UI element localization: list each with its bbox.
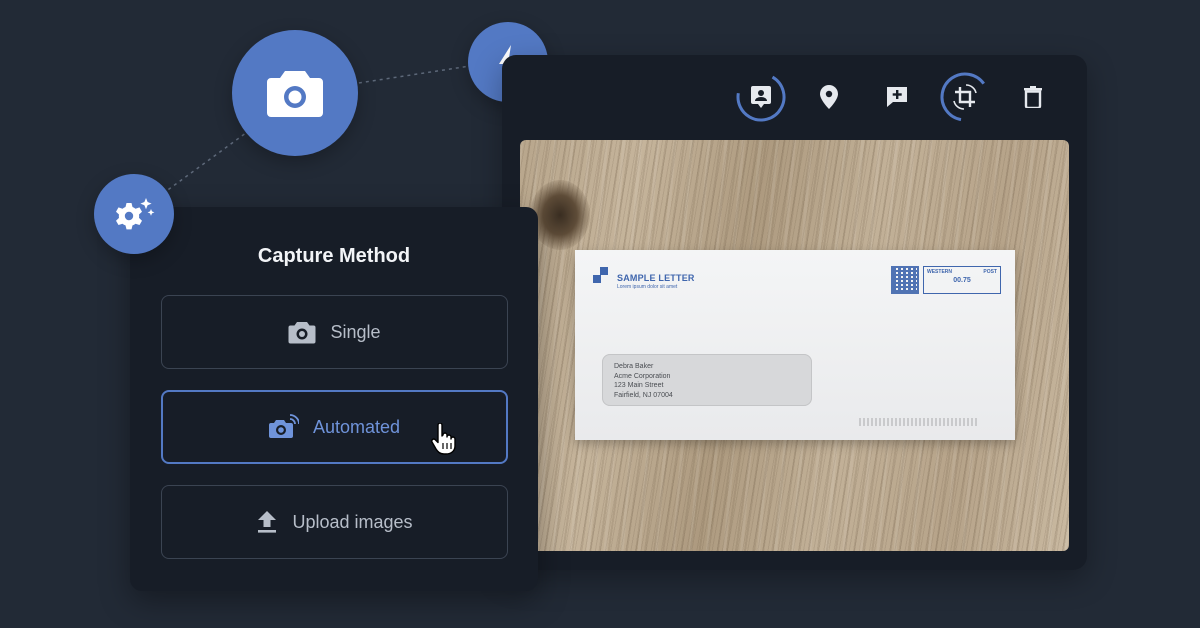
logo-title: SAMPLE LETTER (617, 273, 695, 283)
envelope-image: SAMPLE LETTER Lorem ipsum dolor sit amet… (575, 250, 1015, 440)
gear-sparkle-icon (116, 198, 155, 230)
image-preview-panel: SAMPLE LETTER Lorem ipsum dolor sit amet… (502, 55, 1087, 570)
single-capture-label: Single (330, 321, 381, 342)
address-window: Debra Baker Acme Corporation 123 Main St… (602, 354, 812, 406)
qr-code (891, 266, 919, 294)
add-comment-tool-button[interactable] (871, 71, 923, 123)
crop-rotate-tool-button[interactable] (939, 71, 991, 123)
envelope-logo: SAMPLE LETTER Lorem ipsum dolor sit amet (593, 267, 695, 290)
postage-post: POST (983, 269, 997, 275)
hand-pointer-cursor-icon (431, 423, 456, 455)
location-pin-icon (820, 85, 838, 109)
address-city: Fairfield, NJ 07004 (614, 391, 673, 399)
capture-method-title: Capture Method (257, 245, 411, 267)
capture-method-panel: Capture Method Single Automated Upload i… (130, 207, 538, 591)
settings-badge (94, 174, 174, 254)
automated-capture-label: Automated (312, 416, 401, 437)
trash-icon (1024, 86, 1042, 108)
single-capture-button[interactable]: Single (161, 295, 508, 369)
auto-camera-icon (268, 414, 299, 440)
postage-value: 00.75 (953, 277, 971, 284)
upload-icon (256, 510, 278, 534)
progress-ring (736, 72, 786, 122)
logo-subtitle: Lorem ipsum dolor sit amet (617, 284, 678, 290)
address-company: Acme Corporation (614, 372, 671, 380)
camera-icon (288, 320, 316, 344)
upload-images-label: Upload images (292, 511, 413, 532)
image-toolbar (735, 71, 1059, 123)
delete-tool-button[interactable] (1007, 71, 1059, 123)
contact-tool-button[interactable] (735, 71, 787, 123)
add-comment-icon (887, 87, 907, 107)
logo-mark (593, 267, 611, 285)
postal-barcode (859, 418, 979, 426)
location-tool-button[interactable] (803, 71, 855, 123)
camera-badge (232, 30, 358, 156)
postage-box: WESTERN POST 00.75 (923, 266, 1001, 294)
address-name: Debra Baker (614, 363, 654, 370)
captured-photo: SAMPLE LETTER Lorem ipsum dolor sit amet… (520, 140, 1069, 551)
camera-icon (267, 71, 323, 117)
postage-stamp: WESTERN POST 00.75 (891, 264, 1001, 296)
progress-ring (940, 72, 990, 122)
address-street: 123 Main Street (614, 382, 664, 389)
postage-brand: WESTERN (927, 269, 952, 275)
wood-knot (530, 180, 590, 250)
upload-images-button[interactable]: Upload images (161, 485, 508, 559)
